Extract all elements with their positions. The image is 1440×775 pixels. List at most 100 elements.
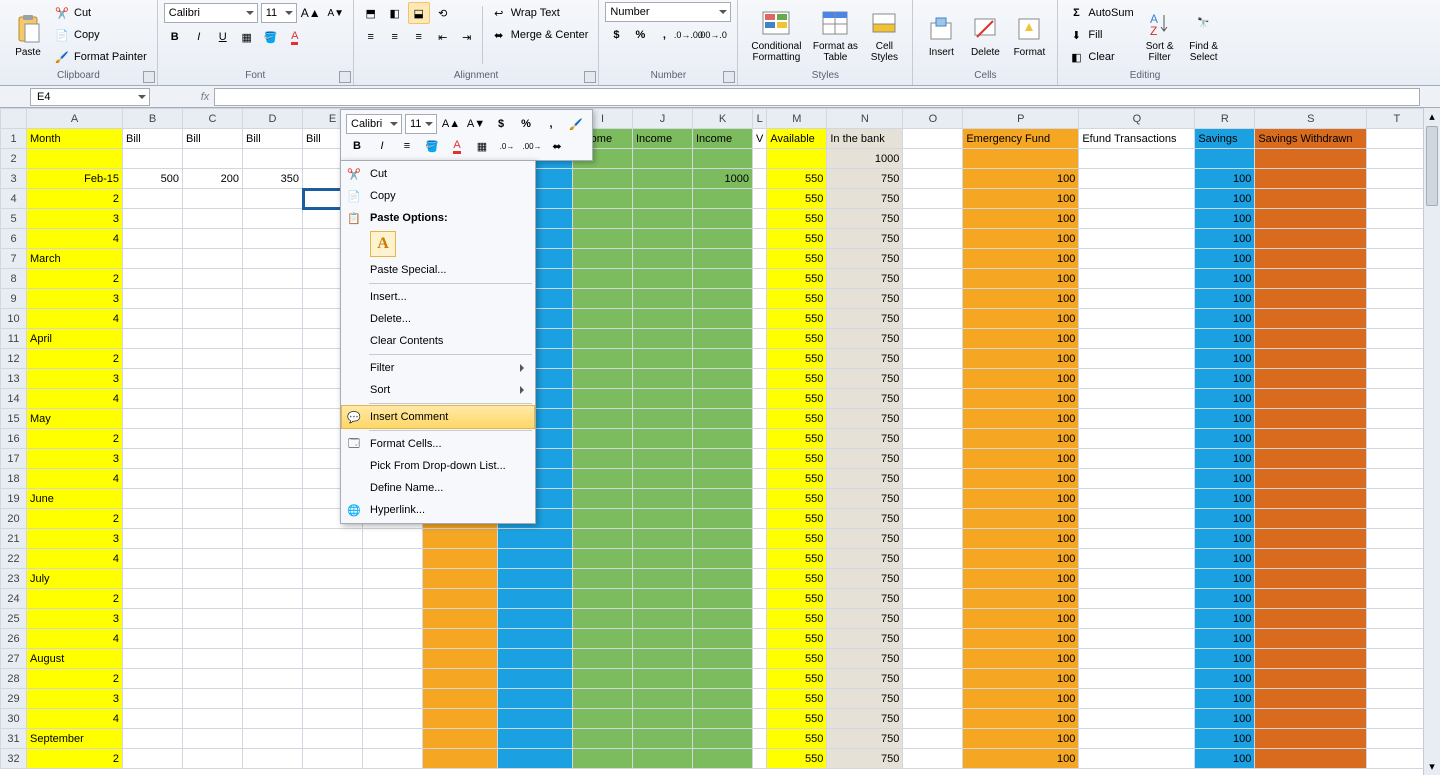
cell-B1[interactable]: Bill: [123, 129, 183, 149]
cell-T30[interactable]: [1367, 709, 1427, 729]
cell-K20[interactable]: [693, 509, 753, 529]
cell-Q31[interactable]: [1079, 729, 1195, 749]
align-right-button[interactable]: ≡: [408, 26, 430, 48]
cell-T27[interactable]: [1367, 649, 1427, 669]
cell-A14[interactable]: 4: [27, 389, 123, 409]
cell-K7[interactable]: [693, 249, 753, 269]
row-header-18[interactable]: 18: [1, 469, 27, 489]
cell-K22[interactable]: [693, 549, 753, 569]
cell-S25[interactable]: [1255, 609, 1367, 629]
cell-J17[interactable]: [633, 449, 693, 469]
cell-O24[interactable]: [903, 589, 963, 609]
col-header-D[interactable]: D: [243, 109, 303, 129]
cell-E23[interactable]: [303, 569, 363, 589]
cell-P16[interactable]: 100: [963, 429, 1079, 449]
cell-F29[interactable]: [363, 689, 423, 709]
cell-B8[interactable]: [123, 269, 183, 289]
cell-O16[interactable]: [903, 429, 963, 449]
cell-O27[interactable]: [903, 649, 963, 669]
sort-filter-button[interactable]: AZ Sort & Filter: [1138, 2, 1182, 68]
col-header-A[interactable]: A: [27, 109, 123, 129]
cell-S14[interactable]: [1255, 389, 1367, 409]
cell-N20[interactable]: 750: [827, 509, 903, 529]
mini-grow-font[interactable]: A▲: [440, 113, 462, 135]
row-header-20[interactable]: 20: [1, 509, 27, 529]
cell-K19[interactable]: [693, 489, 753, 509]
cell-O5[interactable]: [903, 209, 963, 229]
cell-L29[interactable]: [753, 689, 767, 709]
cell-B9[interactable]: [123, 289, 183, 309]
cell-D22[interactable]: [243, 549, 303, 569]
mini-font-face[interactable]: Calibri: [346, 114, 402, 134]
cell-L10[interactable]: [753, 309, 767, 329]
cell-K2[interactable]: [693, 149, 753, 169]
cell-T1[interactable]: [1367, 129, 1427, 149]
cell-A22[interactable]: 4: [27, 549, 123, 569]
cell-A12[interactable]: 2: [27, 349, 123, 369]
cell-S12[interactable]: [1255, 349, 1367, 369]
cell-Q10[interactable]: [1079, 309, 1195, 329]
align-top-button[interactable]: ⬒: [360, 2, 382, 24]
cell-E28[interactable]: [303, 669, 363, 689]
cell-I11[interactable]: [573, 329, 633, 349]
cell-F25[interactable]: [363, 609, 423, 629]
cell-O31[interactable]: [903, 729, 963, 749]
row-header-8[interactable]: 8: [1, 269, 27, 289]
cell-O22[interactable]: [903, 549, 963, 569]
cell-B6[interactable]: [123, 229, 183, 249]
cell-O25[interactable]: [903, 609, 963, 629]
cell-L7[interactable]: [753, 249, 767, 269]
cell-R30[interactable]: 100: [1195, 709, 1255, 729]
cell-L5[interactable]: [753, 209, 767, 229]
cell-A17[interactable]: 3: [27, 449, 123, 469]
cell-J22[interactable]: [633, 549, 693, 569]
cell-L19[interactable]: [753, 489, 767, 509]
cell-I6[interactable]: [573, 229, 633, 249]
cell-T16[interactable]: [1367, 429, 1427, 449]
cell-B31[interactable]: [123, 729, 183, 749]
cell-S24[interactable]: [1255, 589, 1367, 609]
cell-K5[interactable]: [693, 209, 753, 229]
cell-T15[interactable]: [1367, 409, 1427, 429]
col-header-M[interactable]: M: [767, 109, 827, 129]
cell-S23[interactable]: [1255, 569, 1367, 589]
cell-L4[interactable]: [753, 189, 767, 209]
cell-T8[interactable]: [1367, 269, 1427, 289]
cell-D13[interactable]: [243, 369, 303, 389]
cell-I14[interactable]: [573, 389, 633, 409]
col-header-O[interactable]: O: [903, 109, 963, 129]
cell-B29[interactable]: [123, 689, 183, 709]
row-header-30[interactable]: 30: [1, 709, 27, 729]
cell-L12[interactable]: [753, 349, 767, 369]
cell-L9[interactable]: [753, 289, 767, 309]
cell-M30[interactable]: 550: [767, 709, 827, 729]
cell-O18[interactable]: [903, 469, 963, 489]
cell-B32[interactable]: [123, 749, 183, 769]
cell-K31[interactable]: [693, 729, 753, 749]
cell-A32[interactable]: 2: [27, 749, 123, 769]
cell-N16[interactable]: 750: [827, 429, 903, 449]
cell-K21[interactable]: [693, 529, 753, 549]
cell-M4[interactable]: 550: [767, 189, 827, 209]
cell-C17[interactable]: [183, 449, 243, 469]
cell-F21[interactable]: [363, 529, 423, 549]
cell-S13[interactable]: [1255, 369, 1367, 389]
cell-O3[interactable]: [903, 169, 963, 189]
cell-T11[interactable]: [1367, 329, 1427, 349]
fill-color-button[interactable]: 🪣: [260, 26, 282, 48]
cell-A21[interactable]: 3: [27, 529, 123, 549]
cell-D31[interactable]: [243, 729, 303, 749]
cell-J7[interactable]: [633, 249, 693, 269]
cell-S6[interactable]: [1255, 229, 1367, 249]
cut-button[interactable]: ✂️ Cut: [50, 2, 151, 24]
cell-P27[interactable]: 100: [963, 649, 1079, 669]
align-middle-button[interactable]: ◧: [384, 2, 406, 24]
cell-Q14[interactable]: [1079, 389, 1195, 409]
cell-J15[interactable]: [633, 409, 693, 429]
row-header-5[interactable]: 5: [1, 209, 27, 229]
cell-R2[interactable]: [1195, 149, 1255, 169]
cell-M11[interactable]: 550: [767, 329, 827, 349]
cell-S29[interactable]: [1255, 689, 1367, 709]
cell-T2[interactable]: [1367, 149, 1427, 169]
cell-M2[interactable]: [767, 149, 827, 169]
